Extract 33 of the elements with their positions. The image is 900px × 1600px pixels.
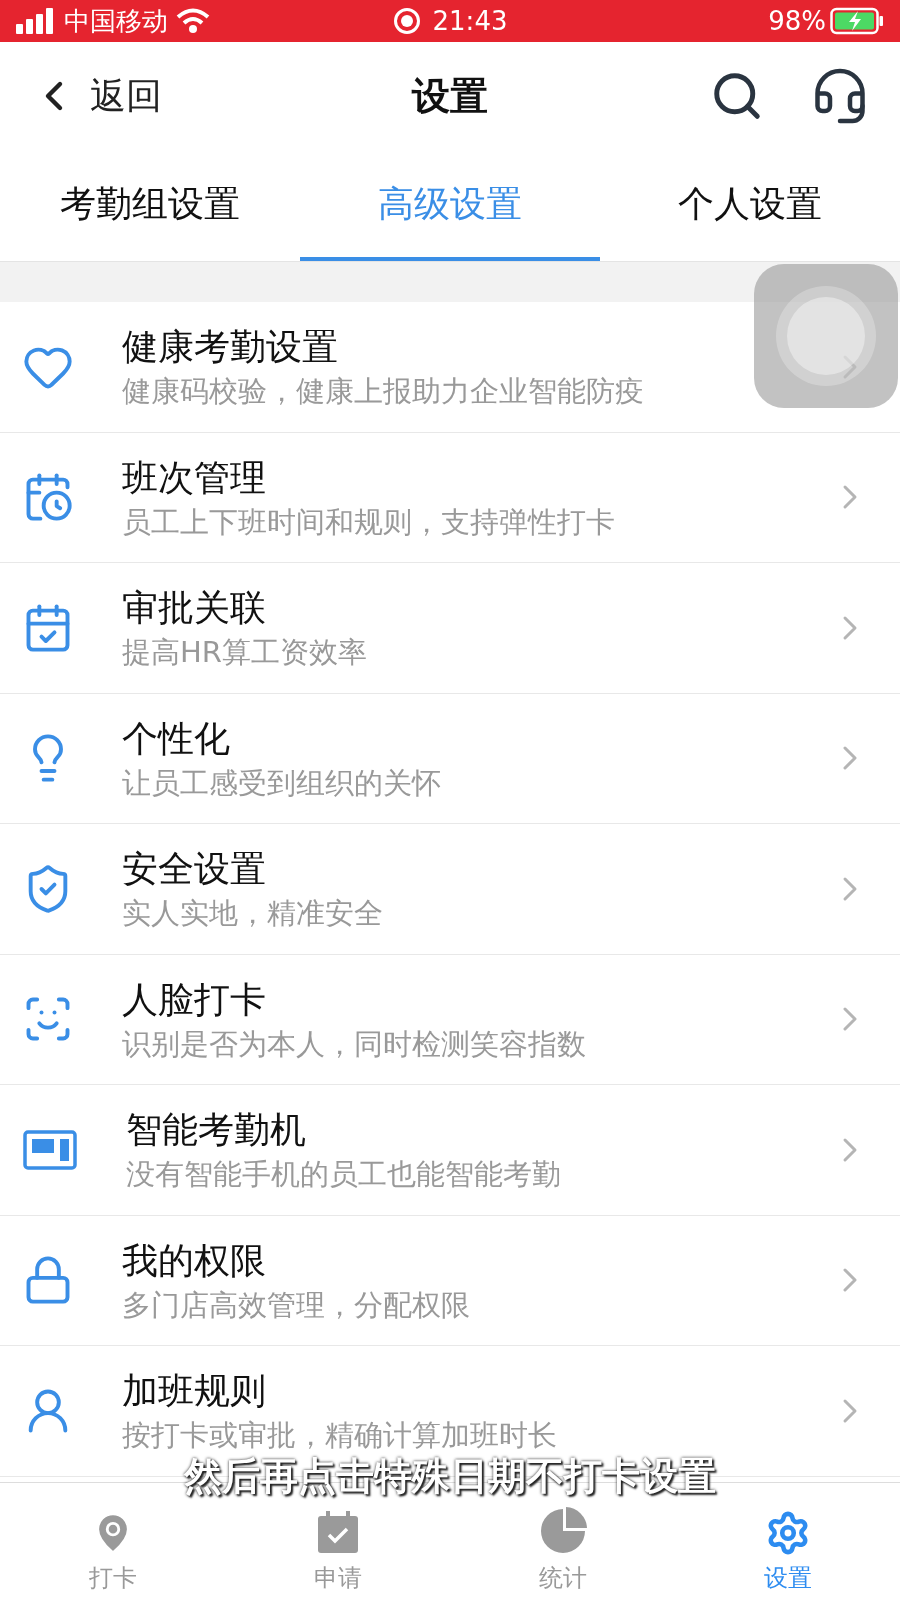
row-subtitle: 实人实地，精准安全 [122,895,384,932]
row-title: 个性化 [122,716,231,761]
row-subtitle: 让员工感受到组织的关怀 [122,764,442,801]
row-title: 健康考勤设置 [122,325,339,370]
row-subtitle: 提高HR算工资效率 [122,634,368,671]
row-title: 我的权限 [122,1238,267,1283]
row-subtitle: 健康码校验，健康上报助力企业智能防疫 [122,373,645,410]
settings-row[interactable]: 审批关联 提高HR算工资效率 [0,563,900,694]
row-title: 加班规则 [122,1369,267,1414]
settings-row[interactable]: 安全设置 实人实地，精准安全 [0,824,900,955]
settings-row[interactable]: 人脸打卡 识别是否为本人，同时检测笑容指数 [0,954,900,1085]
clock-time: 21:43 [432,4,508,38]
tab[interactable]: 个人设置 [600,150,900,261]
settings-row[interactable]: 智能考勤机 没有智能手机的员工也能智能考勤 [0,1085,900,1216]
carrier-name: 中国移动 [64,4,168,38]
row-subtitle: 多门店高效管理，分配权限 [122,1286,471,1323]
row-subtitle: 员工上下班时间和规则，支持弹性打卡 [122,503,616,540]
page-title: 设置 [412,72,488,120]
row-subtitle: 没有智能手机的员工也能智能考勤 [126,1156,562,1193]
settings-row[interactable]: 个性化 让员工感受到组织的关怀 [0,693,900,824]
row-subtitle: 识别是否为本人，同时检测笑容指数 [122,1025,587,1062]
row-subtitle: 按打卡或审批，精确计算加班时长 [122,1417,558,1454]
settings-row[interactable]: 健康考勤设置 健康码校验，健康上报助力企业智能防疫 [0,302,900,433]
settings-row[interactable]: 班次管理 员工上下班时间和规则，支持弹性打卡 [0,432,900,563]
row-title: 安全设置 [122,847,267,892]
row-title: 智能考勤机 [126,1108,307,1153]
row-title: 班次管理 [122,455,267,500]
tab[interactable]: 考勤组设置 [0,150,300,261]
battery-percent: 98% [768,4,826,38]
back-button[interactable]: 返回 [30,69,162,123]
row-title: 人脸打卡 [122,977,267,1022]
row-title: 审批关联 [122,586,267,631]
settings-row[interactable]: 我的权限 多门店高效管理，分配权限 [0,1215,900,1346]
